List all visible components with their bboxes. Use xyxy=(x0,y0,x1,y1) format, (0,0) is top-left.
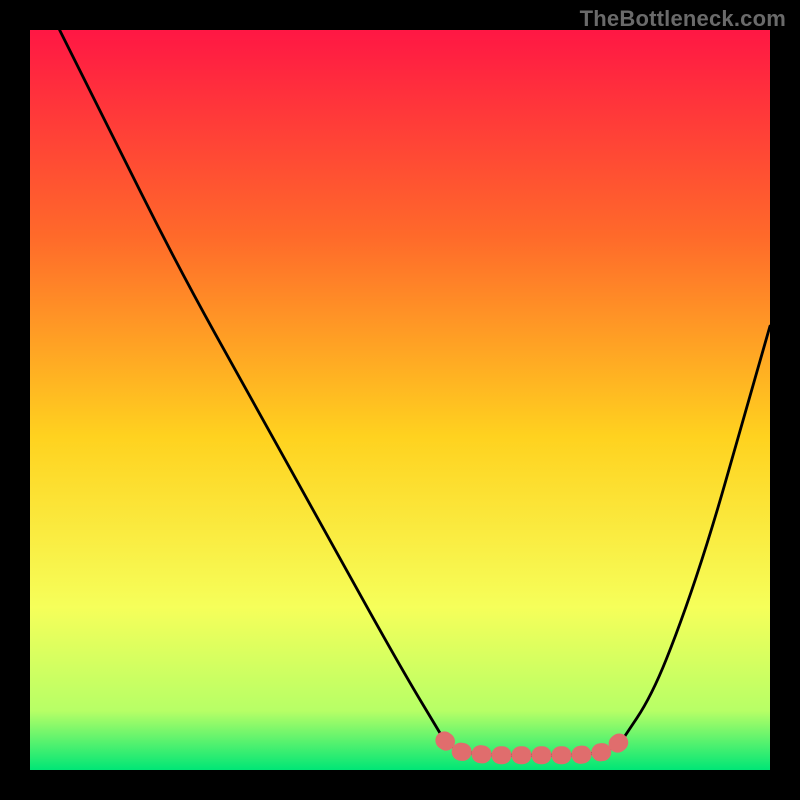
plot-area xyxy=(30,30,770,770)
watermark-text: TheBottleneck.com xyxy=(580,6,786,32)
chart-frame: TheBottleneck.com xyxy=(0,0,800,800)
bottleneck-curve xyxy=(60,30,770,755)
highlight-marker xyxy=(444,740,622,755)
curve-layer xyxy=(30,30,770,770)
